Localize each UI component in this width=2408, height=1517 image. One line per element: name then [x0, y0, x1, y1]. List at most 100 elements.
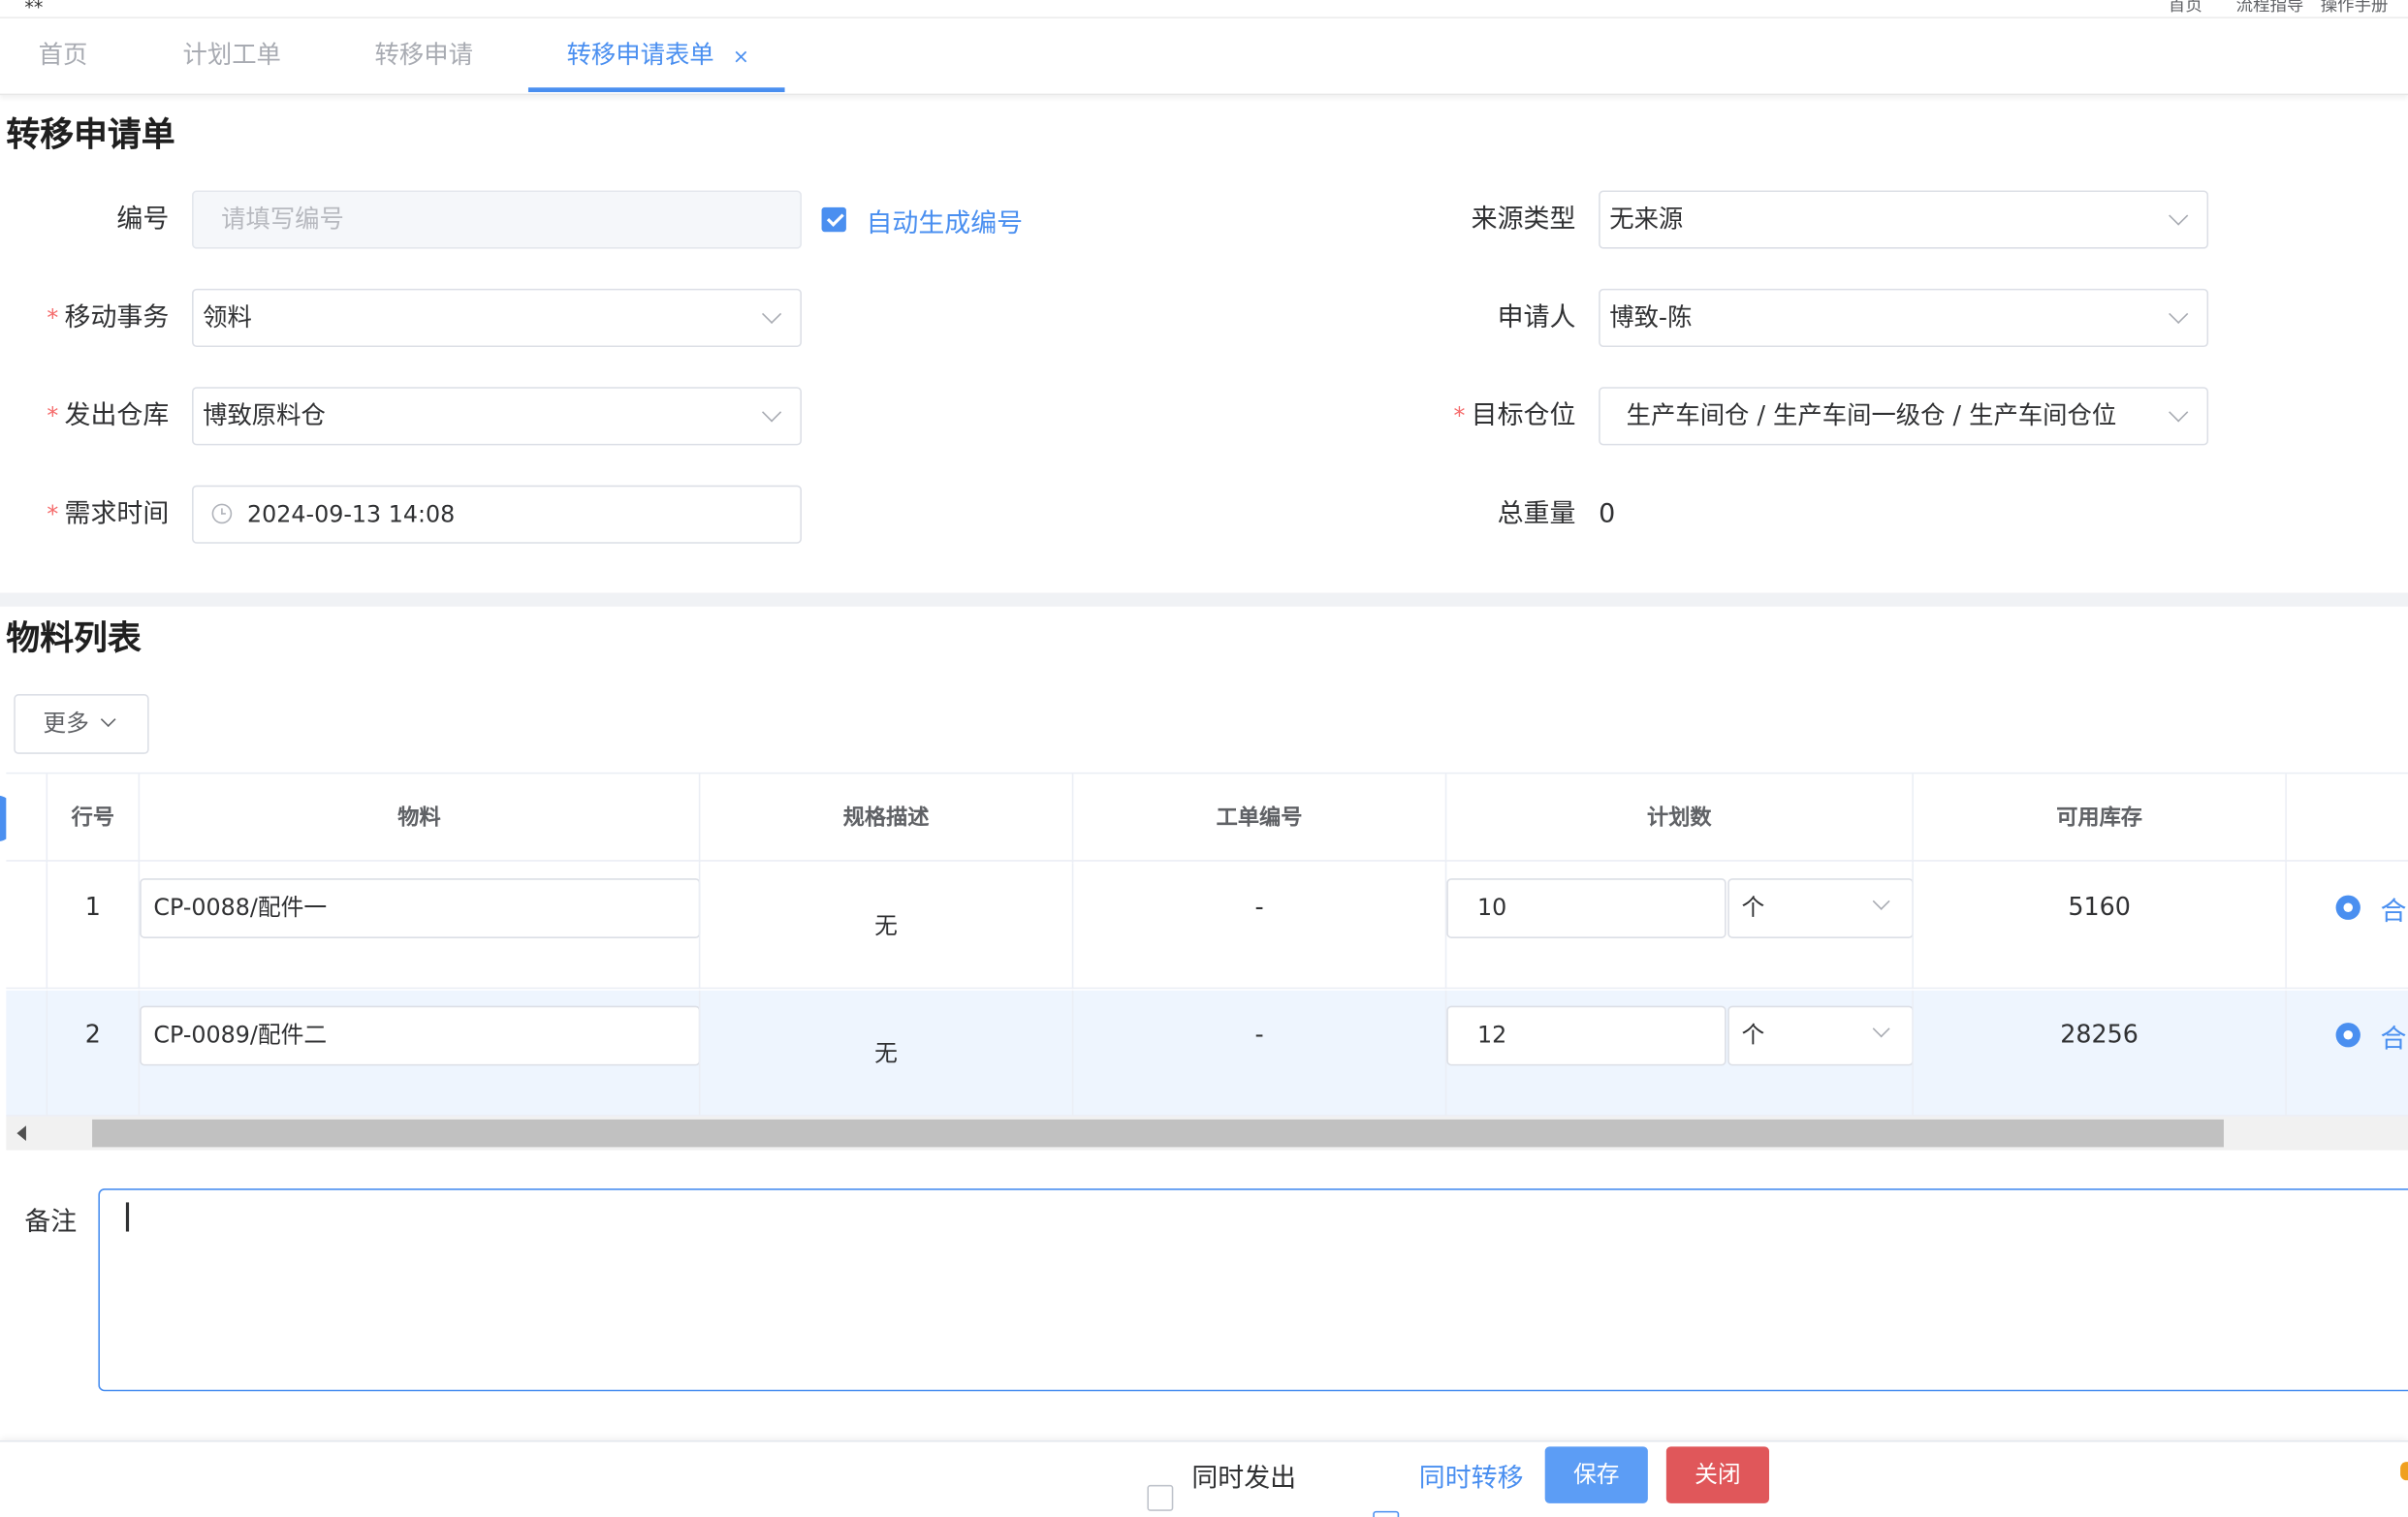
target-location-label: * 目标仓位: [1438, 387, 1576, 445]
issue-together-checkbox[interactable]: [1147, 1484, 1174, 1511]
row-select-cell[interactable]: [6, 863, 46, 989]
issue-together-label[interactable]: 同时发出: [1191, 1456, 1296, 1495]
auto-number-label[interactable]: 自动生成编号: [866, 202, 1023, 239]
target-location-label-text: 目标仓位: [1471, 400, 1576, 432]
tab-label: 转移申请表单: [566, 40, 714, 70]
clock-icon: [211, 502, 233, 523]
table-row[interactable]: 2 CP-0089/配件二 无 - 12 个 28256 合: [6, 990, 2408, 1117]
stock-cell: 28256: [1912, 990, 2285, 1117]
close-icon[interactable]: ×: [733, 47, 749, 70]
scrollbar-thumb[interactable]: [92, 1119, 2224, 1148]
stock-cell: 5160: [1912, 863, 2285, 990]
tab-transfer-request[interactable]: 转移申请: [375, 18, 473, 92]
form-title: 转移申请单: [6, 116, 175, 156]
unit-select[interactable]: 个: [1727, 878, 1914, 938]
work-order-cell: -: [1071, 990, 1445, 1117]
top-link-manual[interactable]: 操作手册: [2321, 0, 2389, 16]
move-action-select[interactable]: 领料: [192, 288, 802, 348]
row-select-cell[interactable]: [6, 991, 46, 1117]
auto-number-checkbox[interactable]: [821, 206, 846, 233]
number-input[interactable]: 请填写编号: [192, 190, 802, 249]
chevron-down-icon: [761, 303, 782, 325]
side-widget-edge[interactable]: [2400, 1462, 2408, 1481]
line-no-cell: 1: [46, 863, 139, 990]
top-link-home[interactable]: 首页: [2169, 0, 2202, 16]
required-mark: *: [1453, 402, 1466, 430]
save-button[interactable]: 保存: [1544, 1446, 1648, 1503]
chevron-down-icon: [1872, 1020, 1890, 1038]
applicant-label: 申请人: [1497, 302, 1576, 333]
unit-value: 个: [1741, 894, 1765, 922]
tab-bar: 首页 计划工单 转移申请 转移申请表单 ×: [0, 18, 2408, 96]
applicant-value: 博致-陈: [1609, 302, 1693, 332]
target-location-cascader[interactable]: 生产车间仓 / 生产车间一级仓 / 生产车间仓位: [1599, 387, 2209, 446]
material-cell: CP-0089/配件二: [138, 990, 701, 1117]
plan-qty-input[interactable]: 12: [1446, 1005, 1727, 1066]
table-header: 行号 物料 规格描述 工单编号 计划数 可用库存: [6, 772, 2408, 864]
top-bar: [0, 0, 2408, 19]
transfer-together-checkbox[interactable]: [1373, 1510, 1400, 1517]
col-extra: [2285, 774, 2408, 864]
target-location-value: 生产车间仓 / 生产车间一级仓 / 生产车间仓位: [1626, 400, 2117, 430]
remark-label: 备注: [24, 1207, 78, 1238]
from-warehouse-label-text: 发出仓库: [64, 400, 170, 432]
table-row[interactable]: 1 CP-0088/配件一 无 - 10 个 5160 合: [6, 863, 2408, 990]
source-type-value: 无来源: [1609, 204, 1684, 234]
section-divider: [0, 592, 2408, 607]
from-warehouse-label: * 发出仓库: [31, 387, 170, 445]
radio-icon[interactable]: [2335, 1023, 2360, 1048]
from-warehouse-value: 博致原料仓: [203, 400, 326, 430]
col-plan-qty: 计划数: [1444, 774, 1913, 864]
chevron-down-icon: [100, 711, 116, 728]
tab-plan-work-order[interactable]: 计划工单: [183, 18, 281, 92]
chevron-down-icon: [1872, 892, 1890, 910]
chevron-down-icon: [2169, 303, 2189, 325]
col-spec: 规格描述: [698, 774, 1072, 864]
more-button-label: 更多: [43, 709, 89, 738]
tab-transfer-request-form[interactable]: 转移申请表单 ×: [567, 18, 749, 92]
unit-value: 个: [1741, 1021, 1765, 1050]
radio-icon[interactable]: [2335, 895, 2360, 920]
move-action-label: * 移动事务: [31, 289, 169, 347]
scroll-left-arrow-icon[interactable]: [16, 1125, 26, 1142]
page: ⁂ 首页 流程指导 操作手册 首页 计划工单 转移申请 转移申请表单 × 转移申请…: [0, 0, 2408, 1517]
top-link-process-guide[interactable]: 流程指导: [2236, 0, 2304, 16]
transfer-together-label[interactable]: 同时转移: [1419, 1456, 1524, 1495]
radio-label[interactable]: 合: [2381, 889, 2407, 928]
demand-time-label-text: 需求时间: [64, 498, 170, 530]
source-type-select[interactable]: 无来源: [1599, 190, 2209, 249]
action-cell: 合: [2285, 863, 2408, 990]
source-type-label: 来源类型: [1471, 204, 1576, 236]
required-mark: *: [47, 500, 59, 528]
unit-select[interactable]: 个: [1727, 1005, 1914, 1066]
spec-cell: 无: [698, 863, 1072, 990]
text-caret: [125, 1202, 129, 1232]
required-mark: *: [47, 402, 59, 430]
material-input[interactable]: CP-0088/配件一: [140, 878, 701, 938]
move-action-value: 领料: [203, 302, 252, 332]
tab-home[interactable]: 首页: [39, 18, 88, 92]
total-weight-label: 总重量: [1497, 498, 1576, 530]
radio-label[interactable]: 合: [2381, 1017, 2407, 1056]
col-material: 物料: [138, 774, 699, 864]
material-input[interactable]: CP-0089/配件二: [140, 1005, 701, 1066]
col-work-order: 工单编号: [1071, 774, 1445, 864]
more-dropdown-button[interactable]: 更多: [14, 694, 149, 754]
logo-fragment: ⁂: [24, 0, 44, 13]
plan-qty-cell: 12 个: [1444, 990, 1914, 1117]
col-available-stock: 可用库存: [1912, 774, 2285, 864]
close-button[interactable]: 关闭: [1665, 1446, 1769, 1503]
number-label: 编号: [116, 204, 170, 236]
material-cell: CP-0088/配件一: [138, 863, 701, 990]
from-warehouse-select[interactable]: 博致原料仓: [192, 387, 802, 446]
chevron-down-icon: [2169, 205, 2189, 226]
applicant-select[interactable]: 博致-陈: [1599, 288, 2209, 348]
col-line-no: 行号: [46, 774, 139, 864]
demand-time-picker[interactable]: 2024-09-13 14:08: [192, 485, 802, 544]
plan-qty-cell: 10 个: [1444, 863, 1914, 990]
plan-qty-input[interactable]: 10: [1446, 878, 1727, 938]
materials-title: 物料列表: [6, 620, 142, 659]
remark-textarea[interactable]: [98, 1188, 2408, 1392]
demand-time-label: * 需求时间: [31, 486, 170, 544]
line-no-cell: 2: [46, 990, 139, 1117]
